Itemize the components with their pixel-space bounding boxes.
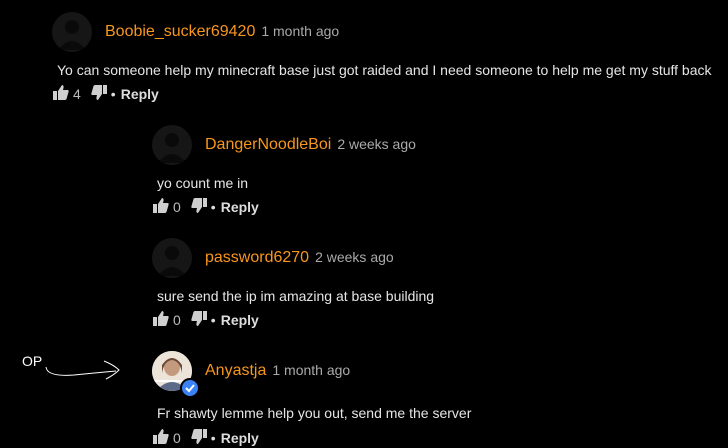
comment-text: Fr shawty lemme help you out, send me th… xyxy=(157,405,472,421)
default-avatar-icon xyxy=(58,20,86,50)
hand-drawn-arrow-icon xyxy=(45,360,120,380)
comment-time[interactable]: 1 month ago xyxy=(272,362,350,378)
comment-actions: 0 • Reply xyxy=(153,198,259,216)
comment-time[interactable]: 1 month ago xyxy=(261,23,339,39)
avatar[interactable] xyxy=(152,125,192,165)
reply-button[interactable]: Reply xyxy=(221,430,259,446)
comment-text: yo count me in xyxy=(157,175,249,191)
comment-actions: 0 • Reply xyxy=(153,429,259,447)
comment-time[interactable]: 2 weeks ago xyxy=(315,249,394,265)
reply-button[interactable]: Reply xyxy=(221,312,259,328)
separator-dot: • xyxy=(210,430,216,446)
thumbs-down-icon[interactable] xyxy=(191,311,207,329)
comment-text: sure send the ip im amazing at base buil… xyxy=(157,288,435,304)
comment-time[interactable]: 2 weeks ago xyxy=(337,136,416,152)
reply-button[interactable]: Reply xyxy=(221,199,259,215)
verified-check-icon xyxy=(180,378,200,398)
avatar[interactable] xyxy=(52,12,92,52)
like-count: 0 xyxy=(173,199,181,215)
comment-author[interactable]: Anyastja xyxy=(205,362,266,379)
op-annotation-label: OP xyxy=(22,353,43,369)
comment-author[interactable]: DangerNoodleBoi xyxy=(205,136,331,153)
reply-button[interactable]: Reply xyxy=(121,86,159,102)
comment-actions: 0 • Reply xyxy=(153,311,259,329)
thumbs-down-icon[interactable] xyxy=(191,429,207,447)
thumbs-down-icon[interactable] xyxy=(191,198,207,216)
like-count: 4 xyxy=(73,86,81,102)
comment-author[interactable]: password6270 xyxy=(205,249,309,266)
thumbs-up-icon[interactable] xyxy=(153,311,169,329)
thumbs-up-icon[interactable] xyxy=(153,429,169,447)
like-count: 0 xyxy=(173,312,181,328)
separator-dot: • xyxy=(110,86,116,102)
default-avatar-icon xyxy=(158,133,186,163)
default-avatar-icon xyxy=(158,246,186,276)
comment-text: Yo can someone help my minecraft base ju… xyxy=(57,62,712,78)
comment-author[interactable]: Boobie_sucker69420 xyxy=(105,23,255,40)
comment-actions: 4 • Reply xyxy=(53,85,159,103)
thumbs-up-icon[interactable] xyxy=(53,85,69,103)
avatar[interactable] xyxy=(152,238,192,278)
thumbs-down-icon[interactable] xyxy=(91,85,107,103)
separator-dot: • xyxy=(210,312,216,328)
separator-dot: • xyxy=(210,199,216,215)
thumbs-up-icon[interactable] xyxy=(153,198,169,216)
like-count: 0 xyxy=(173,430,181,446)
